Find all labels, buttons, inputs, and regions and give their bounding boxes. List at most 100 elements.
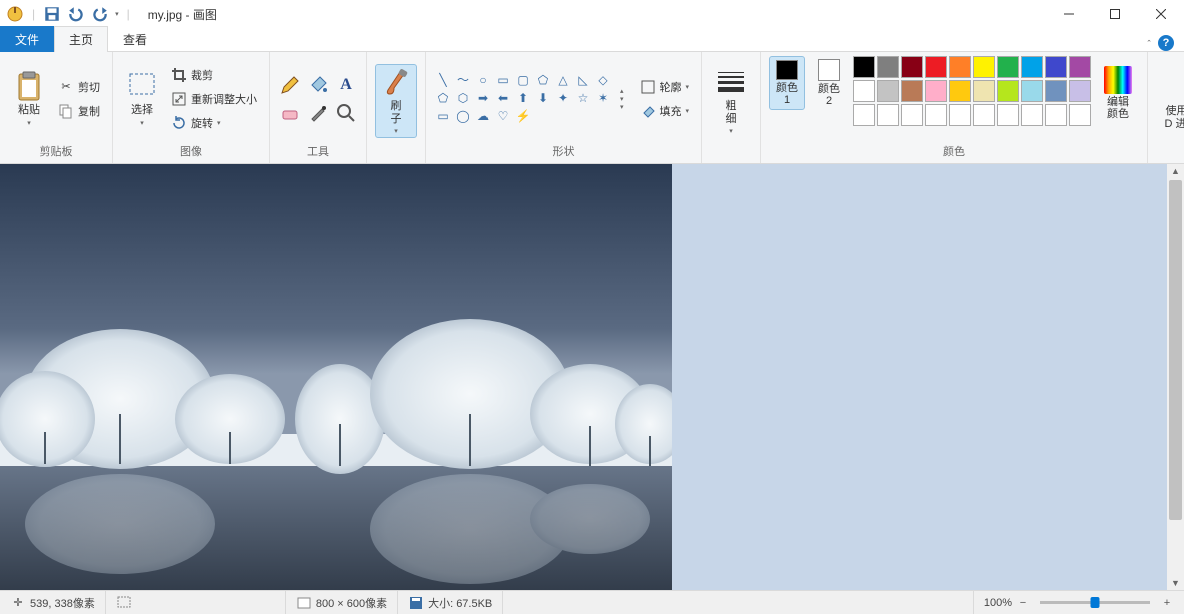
rotate-button[interactable]: 旋转 ▾ (167, 112, 261, 134)
color-swatch[interactable] (877, 80, 899, 102)
shapes-scroll-up-icon[interactable]: ▴ (620, 87, 624, 95)
shapes-more-icon[interactable]: ▾ (620, 103, 624, 111)
eraser-tool[interactable] (278, 101, 302, 125)
paint3d-button[interactable]: 使用画图 3D 进行编辑 (1156, 64, 1184, 138)
save-icon[interactable] (43, 5, 61, 23)
resize-button[interactable]: 重新调整大小 (167, 88, 261, 110)
pencil-tool[interactable] (278, 73, 302, 97)
shape-lightning[interactable]: ⚡ (516, 109, 530, 123)
scrollbar-thumb[interactable] (1169, 180, 1182, 520)
color-swatch[interactable] (1069, 104, 1091, 126)
stroke-size-button[interactable]: 粗细 ▾ (710, 64, 752, 138)
shape-outline-button[interactable]: 轮廓 ▾ (636, 76, 694, 98)
scroll-up-icon[interactable]: ▲ (1167, 164, 1184, 178)
help-icon[interactable]: ? (1158, 35, 1174, 51)
shape-rect[interactable]: ▭ (496, 73, 510, 87)
color-swatch[interactable] (1045, 56, 1067, 78)
zoom-slider[interactable] (1040, 601, 1150, 604)
tab-home[interactable]: 主页 (54, 26, 108, 52)
color2-button[interactable]: 颜色 2 (811, 56, 847, 110)
shape-right-triangle[interactable]: ◺ (576, 73, 590, 87)
color-swatch[interactable] (973, 56, 995, 78)
color-swatch[interactable] (901, 80, 923, 102)
color-swatch[interactable] (1069, 56, 1091, 78)
redo-icon[interactable] (91, 5, 109, 23)
shape-star6[interactable]: ✶ (596, 91, 610, 105)
color-swatch[interactable] (997, 80, 1019, 102)
qat-dropdown-icon[interactable]: ▾ (115, 10, 119, 18)
color-swatch[interactable] (853, 104, 875, 126)
shapes-scroll-down-icon[interactable]: ▾ (620, 95, 624, 103)
color-swatch[interactable] (1069, 80, 1091, 102)
shape-star4[interactable]: ✦ (556, 91, 570, 105)
undo-icon[interactable] (67, 5, 85, 23)
canvas-area[interactable]: ▲ ▼ (0, 164, 1184, 590)
tab-file[interactable]: 文件 (0, 26, 54, 52)
color-swatch[interactable] (949, 80, 971, 102)
shape-arrow-r[interactable]: ➡ (476, 91, 490, 105)
shape-diamond[interactable]: ◇ (596, 73, 610, 87)
color-swatch[interactable] (901, 104, 923, 126)
zoom-out-button[interactable]: − (1016, 597, 1030, 609)
shape-triangle[interactable]: △ (556, 73, 570, 87)
shapes-gallery[interactable]: ╲ 〜 ○ ▭ ▢ ⬠ △ ◺ ◇ ⬠ ⬡ ➡ ⬅ ⬆ ⬇ ✦ ☆ ✶ ▭ ◯ (434, 71, 614, 127)
shape-arrow-u[interactable]: ⬆ (516, 91, 530, 105)
color-swatch[interactable] (1045, 104, 1067, 126)
text-tool[interactable]: A (334, 73, 358, 97)
copy-button[interactable]: 复制 (54, 100, 104, 122)
zoom-in-button[interactable]: + (1160, 597, 1174, 609)
shape-callout-rect[interactable]: ▭ (436, 109, 450, 123)
color-swatch[interactable] (997, 56, 1019, 78)
fill-tool[interactable] (306, 73, 330, 97)
color-swatch[interactable] (877, 56, 899, 78)
shape-line[interactable]: ╲ (436, 73, 450, 87)
cut-button[interactable]: ✂剪切 (54, 76, 104, 98)
color-swatch[interactable] (973, 80, 995, 102)
color-swatch[interactable] (925, 104, 947, 126)
color-swatch[interactable] (925, 80, 947, 102)
brushes-button[interactable]: 刷子 ▾ (375, 64, 417, 138)
scroll-down-icon[interactable]: ▼ (1167, 576, 1184, 590)
tab-view[interactable]: 查看 (108, 26, 162, 52)
color-picker-tool[interactable] (306, 101, 330, 125)
ribbon-collapse-icon[interactable]: ⌃ (1146, 39, 1152, 47)
titlebar: | ▾ | my.jpg - 画图 (0, 0, 1184, 28)
shape-star5[interactable]: ☆ (576, 91, 590, 105)
shape-arrow-d[interactable]: ⬇ (536, 91, 550, 105)
color-swatch[interactable] (901, 56, 923, 78)
shape-hexagon[interactable]: ⬡ (456, 91, 470, 105)
shape-roundrect[interactable]: ▢ (516, 73, 530, 87)
color-swatch[interactable] (925, 56, 947, 78)
select-button[interactable]: 选择 ▾ (121, 62, 163, 136)
color-swatch[interactable] (853, 56, 875, 78)
color-swatch[interactable] (1021, 80, 1043, 102)
vertical-scrollbar[interactable]: ▲ ▼ (1167, 164, 1184, 590)
magnifier-tool[interactable] (334, 101, 358, 125)
shape-fill-button[interactable]: 填充 ▾ (636, 100, 694, 122)
color-swatch[interactable] (1021, 56, 1043, 78)
color-swatch[interactable] (1045, 80, 1067, 102)
crop-button[interactable]: 裁剪 (167, 64, 261, 86)
edit-colors-button[interactable]: 编辑颜色 (1097, 56, 1139, 130)
shape-callout-cloud[interactable]: ☁ (476, 109, 490, 123)
color-swatch[interactable] (1021, 104, 1043, 126)
color-swatch[interactable] (973, 104, 995, 126)
color-swatch[interactable] (949, 56, 971, 78)
maximize-button[interactable] (1092, 0, 1138, 28)
shape-oval[interactable]: ○ (476, 73, 490, 87)
color-swatch[interactable] (877, 104, 899, 126)
shape-heart[interactable]: ♡ (496, 109, 510, 123)
canvas-image[interactable] (0, 164, 672, 590)
shape-pentagon[interactable]: ⬠ (436, 91, 450, 105)
paste-button[interactable]: 粘贴 ▾ (8, 62, 50, 136)
shape-curve[interactable]: 〜 (456, 73, 470, 87)
color-swatch[interactable] (853, 80, 875, 102)
minimize-button[interactable] (1046, 0, 1092, 28)
color1-button[interactable]: 颜色 1 (769, 56, 805, 110)
color-swatch[interactable] (949, 104, 971, 126)
shape-arrow-l[interactable]: ⬅ (496, 91, 510, 105)
close-button[interactable] (1138, 0, 1184, 28)
shape-callout-oval[interactable]: ◯ (456, 109, 470, 123)
shape-polygon[interactable]: ⬠ (536, 73, 550, 87)
color-swatch[interactable] (997, 104, 1019, 126)
